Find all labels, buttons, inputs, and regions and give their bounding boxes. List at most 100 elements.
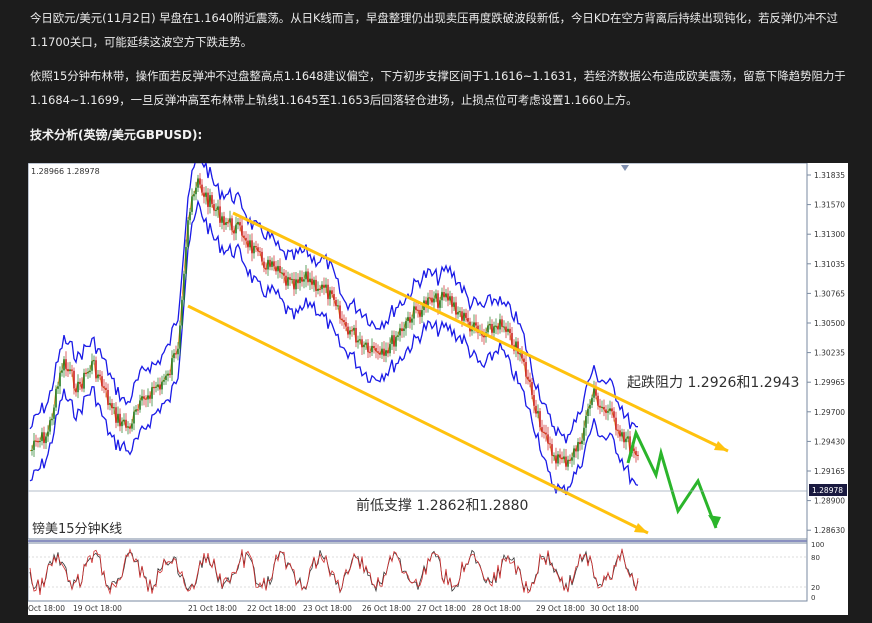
candle-body: [219, 206, 221, 223]
candle-body: [143, 396, 145, 399]
candle-body: [95, 360, 97, 379]
osc-tick-label: 20: [811, 584, 820, 592]
candle-body: [55, 388, 57, 408]
candle-body: [41, 432, 43, 442]
candle-body: [521, 353, 523, 359]
candle-body: [529, 379, 531, 383]
candle-body: [583, 427, 585, 441]
candle-body: [401, 328, 403, 332]
date-tick-label: Oct 18:00: [28, 604, 65, 613]
candle-body: [433, 298, 435, 303]
candle-body: [399, 328, 401, 336]
candle-body: [193, 194, 195, 197]
candle-body: [447, 293, 449, 301]
top-price-readout: 1.28966 1.28978: [31, 167, 100, 176]
candle-body: [63, 359, 65, 371]
candle-body: [367, 342, 369, 353]
candle-body: [221, 216, 223, 223]
candle-body: [381, 348, 383, 355]
candle-body: [293, 279, 295, 290]
candle-body: [247, 240, 249, 248]
candle-body: [133, 411, 135, 424]
candle-body: [117, 413, 119, 423]
candle-body: [319, 288, 321, 290]
price-tick-label: 1.29700: [814, 408, 845, 417]
candle-body: [265, 267, 267, 270]
candle-body: [59, 372, 61, 387]
candle-body: [213, 204, 215, 211]
candle-body: [353, 327, 355, 331]
candle-body: [35, 440, 37, 442]
candle-body: [379, 352, 381, 355]
candle-body: [273, 261, 275, 267]
candle-body: [385, 350, 387, 356]
candle-body: [395, 336, 397, 347]
candle-body: [155, 386, 157, 388]
candle-body: [277, 266, 279, 272]
candle-body: [495, 325, 497, 327]
main-plot-area: [28, 163, 808, 540]
price-tick-label: 1.30500: [814, 319, 845, 328]
candle-body: [407, 317, 409, 322]
candle-body: [237, 222, 239, 225]
candle-body: [303, 279, 305, 282]
candle-body: [93, 360, 95, 362]
section-heading-gbpusd: 技术分析(英镑/美元GBPUSD):: [30, 128, 203, 142]
price-tick-label: 1.31835: [814, 171, 845, 180]
candle-body: [153, 387, 155, 389]
candle-body: [239, 222, 241, 226]
candle-body: [355, 327, 357, 343]
candle-body: [295, 279, 297, 290]
candle-body: [535, 405, 537, 414]
candle-body: [279, 266, 281, 273]
candle-body: [317, 288, 319, 291]
price-tick-label: 1.31570: [814, 201, 845, 210]
candle-body: [105, 387, 107, 390]
candle-body: [365, 342, 367, 345]
candle-body: [371, 345, 373, 353]
current-price-text: 1.28978: [812, 486, 843, 495]
candle-body: [313, 279, 315, 285]
candle-body: [79, 381, 81, 384]
candle-body: [397, 335, 399, 337]
candle-body: [383, 348, 385, 356]
candle-body: [523, 358, 525, 363]
candle-body: [107, 389, 109, 405]
candle-body: [161, 381, 163, 390]
analysis-paragraph-eurusd: 今日欧元/美元(11月2日) 早盘在1.1640附近震荡。从日K线而言，早盘整理…: [30, 11, 838, 49]
candle-body: [305, 271, 307, 280]
candle-body: [43, 432, 45, 444]
candle-body: [359, 339, 361, 341]
candle-body: [269, 259, 271, 267]
candle-body: [191, 196, 193, 212]
candle-body: [77, 381, 79, 393]
candle-body: [637, 454, 639, 456]
candle-body: [65, 359, 67, 369]
candle-body: [205, 192, 207, 197]
candle-body: [141, 396, 143, 401]
candle-body: [87, 372, 89, 374]
candle-body: [285, 275, 287, 286]
candle-body: [539, 411, 541, 428]
candle-body: [417, 309, 419, 311]
price-axis: 1.31835 1.31570 1.31300 1.31035 1.30765 1.305…: [806, 163, 845, 602]
time-axis: Oct 18:00 19 Oct 18:00 21 Oct 18:00 22 Oct …: [28, 604, 639, 613]
osc-tick-label: 80: [811, 554, 820, 562]
candle-body: [109, 403, 111, 405]
candle-body: [235, 224, 237, 234]
candle-body: [341, 318, 343, 321]
candle-body: [607, 411, 609, 413]
candle-body: [351, 330, 353, 332]
candle-body: [229, 218, 231, 223]
candle-body: [405, 321, 407, 329]
candle-body: [343, 320, 345, 323]
candle-body: [37, 440, 39, 443]
candle-body: [33, 440, 35, 450]
candle-body: [409, 317, 411, 323]
candle-body: [31, 449, 33, 451]
candle-body: [363, 344, 365, 348]
candle-body: [271, 261, 273, 267]
candle-body: [177, 348, 179, 355]
candle-body: [577, 442, 579, 452]
candle-body: [547, 434, 549, 444]
